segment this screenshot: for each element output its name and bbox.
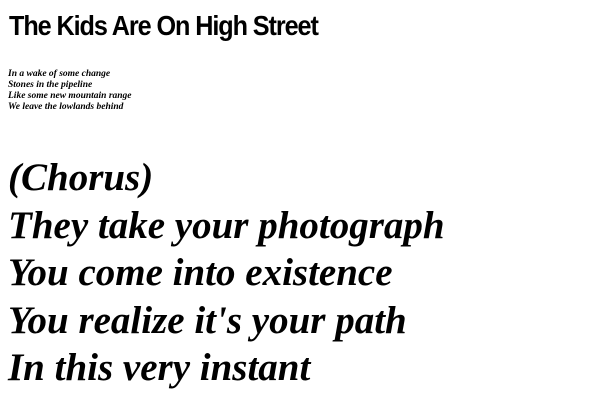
verse-block: In a wake of some change Stones in the p… [8,69,132,113]
chorus-block: (Chorus) They take your photograph You c… [8,154,445,392]
chorus-line: They take your photograph [8,203,445,247]
song-title: The Kids Are On High Street [9,10,319,41]
chorus-line: You realize it's your path [8,298,407,342]
verse-line: Like some new mountain range [8,91,132,101]
chorus-line: You come into existence [8,251,393,294]
verse-line: In a wake of some change [8,69,111,79]
chorus-label: (Chorus) [8,156,154,199]
verse-line: We leave the lowlands behind [8,102,124,112]
chorus-line: In this very instant [8,346,311,389]
lyrics-page: The Kids Are On High Street In a wake of… [0,0,600,400]
verse-line: Stones in the pipeline [8,80,93,90]
